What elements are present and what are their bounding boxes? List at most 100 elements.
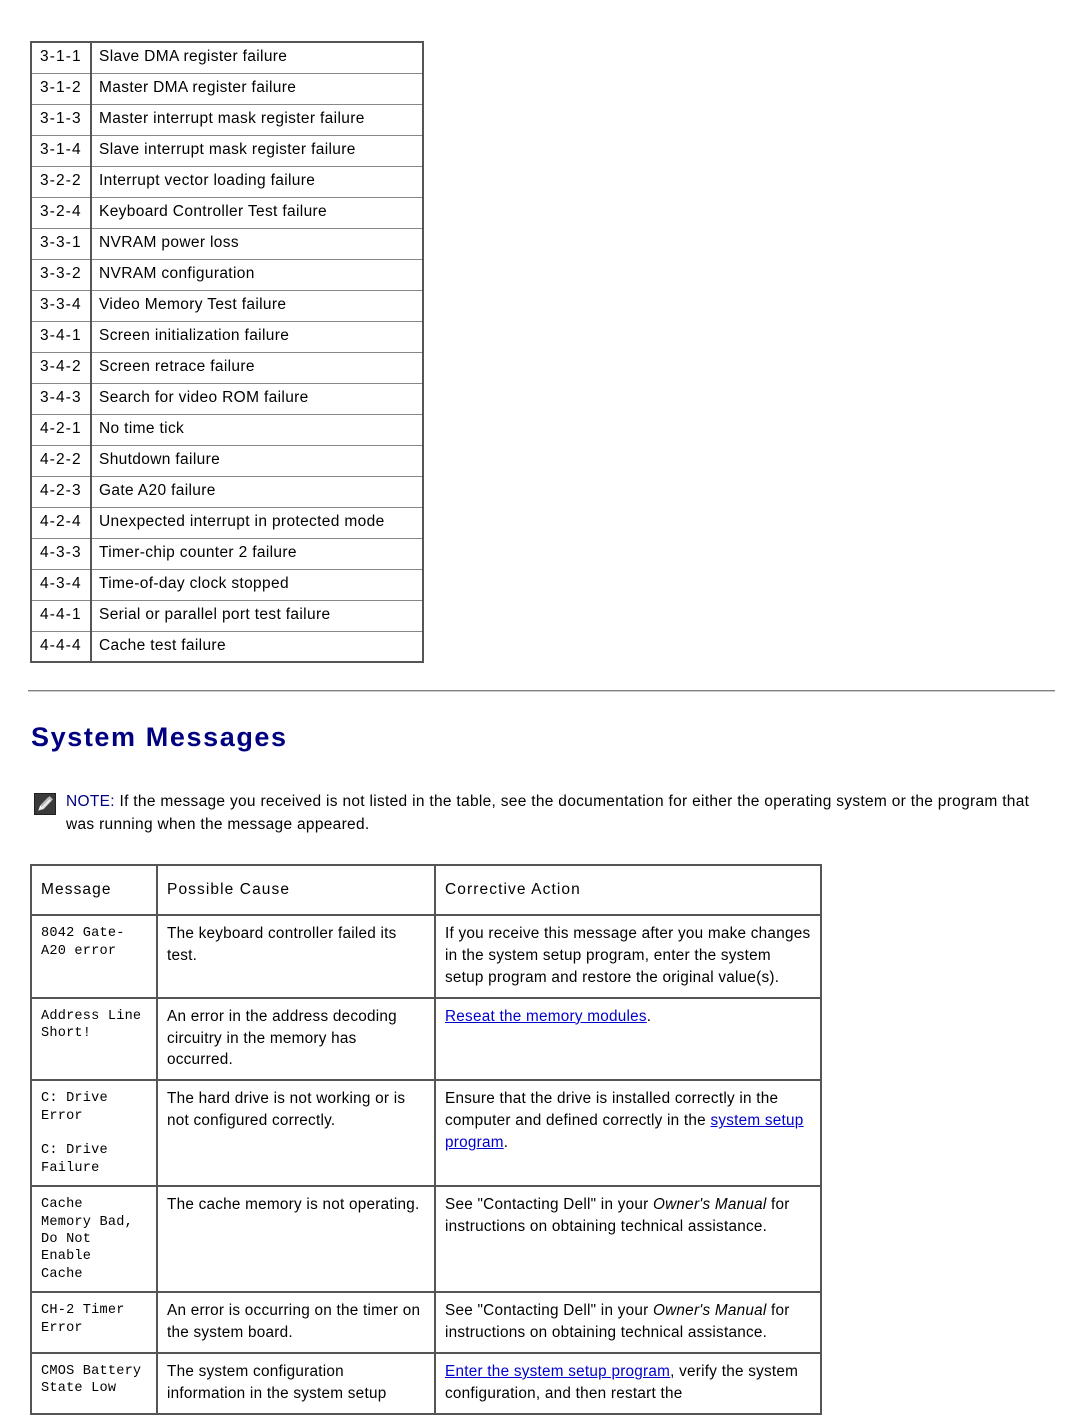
note-text: NOTE: If the message you received is not…	[66, 791, 1044, 837]
beep-description-cell: Interrupt vector loading failure	[90, 165, 424, 198]
possible-cause-cell: An error in the address decoding circuit…	[156, 996, 436, 1082]
message-cell: CMOS Battery State Low	[30, 1351, 158, 1415]
beep-code-cell: 3-1-4	[30, 134, 92, 167]
beep-code-cell: 4-2-2	[30, 444, 92, 477]
table-row: Cache Memory Bad, Do Not Enable Cache The…	[30, 1185, 822, 1294]
table-row: 3-1-4 Slave interrupt mask register failu…	[30, 134, 424, 167]
action-text-lead: See "Contacting Dell" in your	[445, 1196, 653, 1214]
beep-code-cell: 3-3-2	[30, 258, 92, 291]
beep-description-cell: Master interrupt mask register failure	[90, 103, 424, 136]
message-cell: Address Line Short!	[30, 996, 158, 1082]
beep-code-cell: 3-2-2	[30, 165, 92, 198]
table-row: 3-1-2 Master DMA register failure	[30, 72, 424, 105]
beep-code-cell: 3-1-2	[30, 72, 92, 105]
action-link[interactable]: Reseat the memory modules	[445, 1008, 647, 1025]
corrective-action-cell: If you receive this message after you ma…	[434, 914, 822, 999]
table-row: 4-2-1 No time tick	[30, 413, 424, 446]
table-row: 4-3-3 Timer-chip counter 2 failure	[30, 537, 424, 570]
corrective-action-cell: Reseat the memory modules.	[434, 996, 822, 1082]
beep-description-cell: Slave DMA register failure	[90, 41, 424, 74]
beep-description-cell: Cache test failure	[90, 630, 424, 663]
beep-code-cell: 4-3-3	[30, 537, 92, 570]
beep-description-cell: Unexpected interrupt in protected mode	[90, 506, 424, 539]
beep-description-cell: Gate A20 failure	[90, 475, 424, 508]
beep-description-cell: Search for video ROM failure	[90, 382, 424, 415]
beep-description-cell: No time tick	[90, 413, 424, 446]
table-row: Address Line Short! An error in the addre…	[30, 996, 822, 1082]
table-row: C: Drive Error C: Drive Failure The hard …	[30, 1079, 822, 1188]
action-text-tail: .	[503, 1134, 509, 1152]
beep-code-cell: 4-2-1	[30, 413, 92, 446]
beep-code-cell: 3-3-4	[30, 289, 92, 322]
message-cell: 8042 Gate- A20 error	[30, 914, 158, 999]
possible-cause-cell: The hard drive is not working or is not …	[156, 1079, 436, 1188]
corrective-action-cell: Enter the system setup program, verify t…	[434, 1351, 822, 1415]
message-cell: CH-2 Timer Error	[30, 1291, 158, 1354]
action-manual-title: Owner's Manual	[652, 1196, 767, 1214]
beep-code-cell: 4-2-4	[30, 506, 92, 539]
beep-description-cell: Shutdown failure	[90, 444, 424, 477]
beep-code-table: 3-1-1 Slave DMA register failure 3-1-2 Mast…	[30, 41, 424, 663]
beep-code-cell: 3-1-1	[30, 41, 92, 74]
table-row: 4-2-4 Unexpected interrupt in protected m…	[30, 506, 424, 539]
beep-code-cell: 3-3-1	[30, 227, 92, 260]
table-row: 4-2-2 Shutdown failure	[30, 444, 424, 477]
table-row: 3-3-4 Video Memory Test failure	[30, 289, 424, 322]
beep-description-cell: Video Memory Test failure	[90, 289, 424, 322]
table-row: 3-4-1 Screen initialization failure	[30, 320, 424, 353]
message-cell: Cache Memory Bad, Do Not Enable Cache	[30, 1185, 158, 1294]
beep-code-cell: 4-2-3	[30, 475, 92, 508]
beep-description-cell: NVRAM power loss	[90, 227, 424, 260]
table-row: 3-3-1 NVRAM power loss	[30, 227, 424, 260]
beep-code-cell: 3-4-1	[30, 320, 92, 353]
beep-description-cell: Screen retrace failure	[90, 351, 424, 384]
beep-description-cell: Master DMA register failure	[90, 72, 424, 105]
corrective-action-cell: Ensure that the drive is installed corre…	[434, 1079, 822, 1188]
possible-cause-cell: The cache memory is not operating.	[156, 1185, 436, 1294]
message-cell: C: Drive Error C: Drive Failure	[30, 1079, 158, 1188]
beep-code-cell: 3-1-3	[30, 103, 92, 136]
beep-description-cell: Screen initialization failure	[90, 320, 424, 353]
table-row: 4-4-1 Serial or parallel port test failur…	[30, 599, 424, 632]
table-row: 8042 Gate- A20 error The keyboard control…	[30, 914, 822, 999]
beep-description-cell: Time-of-day clock stopped	[90, 568, 424, 601]
beep-code-cell: 4-4-1	[30, 599, 92, 632]
possible-cause-cell: The system configuration information in …	[156, 1351, 436, 1415]
possible-cause-column-header: Possible Cause	[156, 863, 436, 917]
action-text-lead: See "Contacting Dell" in your	[445, 1302, 653, 1320]
corrective-action-column-header: Corrective Action	[434, 863, 822, 917]
beep-code-cell: 3-4-2	[30, 351, 92, 384]
note-label: NOTE:	[66, 793, 115, 810]
action-text-tail: .	[646, 1007, 652, 1025]
table-row: 3-3-2 NVRAM configuration	[30, 258, 424, 291]
section-divider	[28, 690, 1055, 692]
note-pencil-icon	[34, 793, 56, 815]
message-column-header: Message	[30, 863, 158, 917]
table-row: CH-2 Timer Error An error is occurring on…	[30, 1291, 822, 1354]
table-row: CMOS Battery State Low The system configu…	[30, 1351, 822, 1415]
beep-description-cell: Slave interrupt mask register failure	[90, 134, 424, 167]
action-manual-title: Owner's Manual	[652, 1302, 767, 1320]
note-block: NOTE: If the message you received is not…	[34, 791, 1044, 837]
note-body: If the message you received is not liste…	[66, 793, 1030, 833]
table-row: 4-2-3 Gate A20 failure	[30, 475, 424, 508]
table-row: 3-4-3 Search for video ROM failure	[30, 382, 424, 415]
possible-cause-cell: The keyboard controller failed its test.	[156, 914, 436, 999]
action-text: If you receive this message after you ma…	[445, 925, 811, 986]
beep-code-cell: 3-4-3	[30, 382, 92, 415]
beep-code-cell: 4-4-4	[30, 630, 92, 663]
action-link[interactable]: Enter the system setup program	[445, 1363, 670, 1380]
table-row: 3-2-2 Interrupt vector loading failure	[30, 165, 424, 198]
document-page: 3-1-1 Slave DMA register failure 3-1-2 Mast…	[0, 0, 1080, 1415]
possible-cause-cell: An error is occurring on the timer on th…	[156, 1291, 436, 1354]
table-row: 4-4-4 Cache test failure	[30, 630, 424, 663]
beep-description-cell: Timer-chip counter 2 failure	[90, 537, 424, 570]
table-row: 3-2-4 Keyboard Controller Test failure	[30, 196, 424, 229]
corrective-action-cell: See "Contacting Dell" in your Owner's Ma…	[434, 1185, 822, 1294]
beep-code-cell: 3-2-4	[30, 196, 92, 229]
corrective-action-cell: See "Contacting Dell" in your Owner's Ma…	[434, 1291, 822, 1354]
beep-description-cell: NVRAM configuration	[90, 258, 424, 291]
beep-description-cell: Keyboard Controller Test failure	[90, 196, 424, 229]
table-row: 3-1-1 Slave DMA register failure	[30, 41, 424, 74]
system-messages-table: Message Possible Cause Corrective Action 80…	[30, 863, 822, 1415]
